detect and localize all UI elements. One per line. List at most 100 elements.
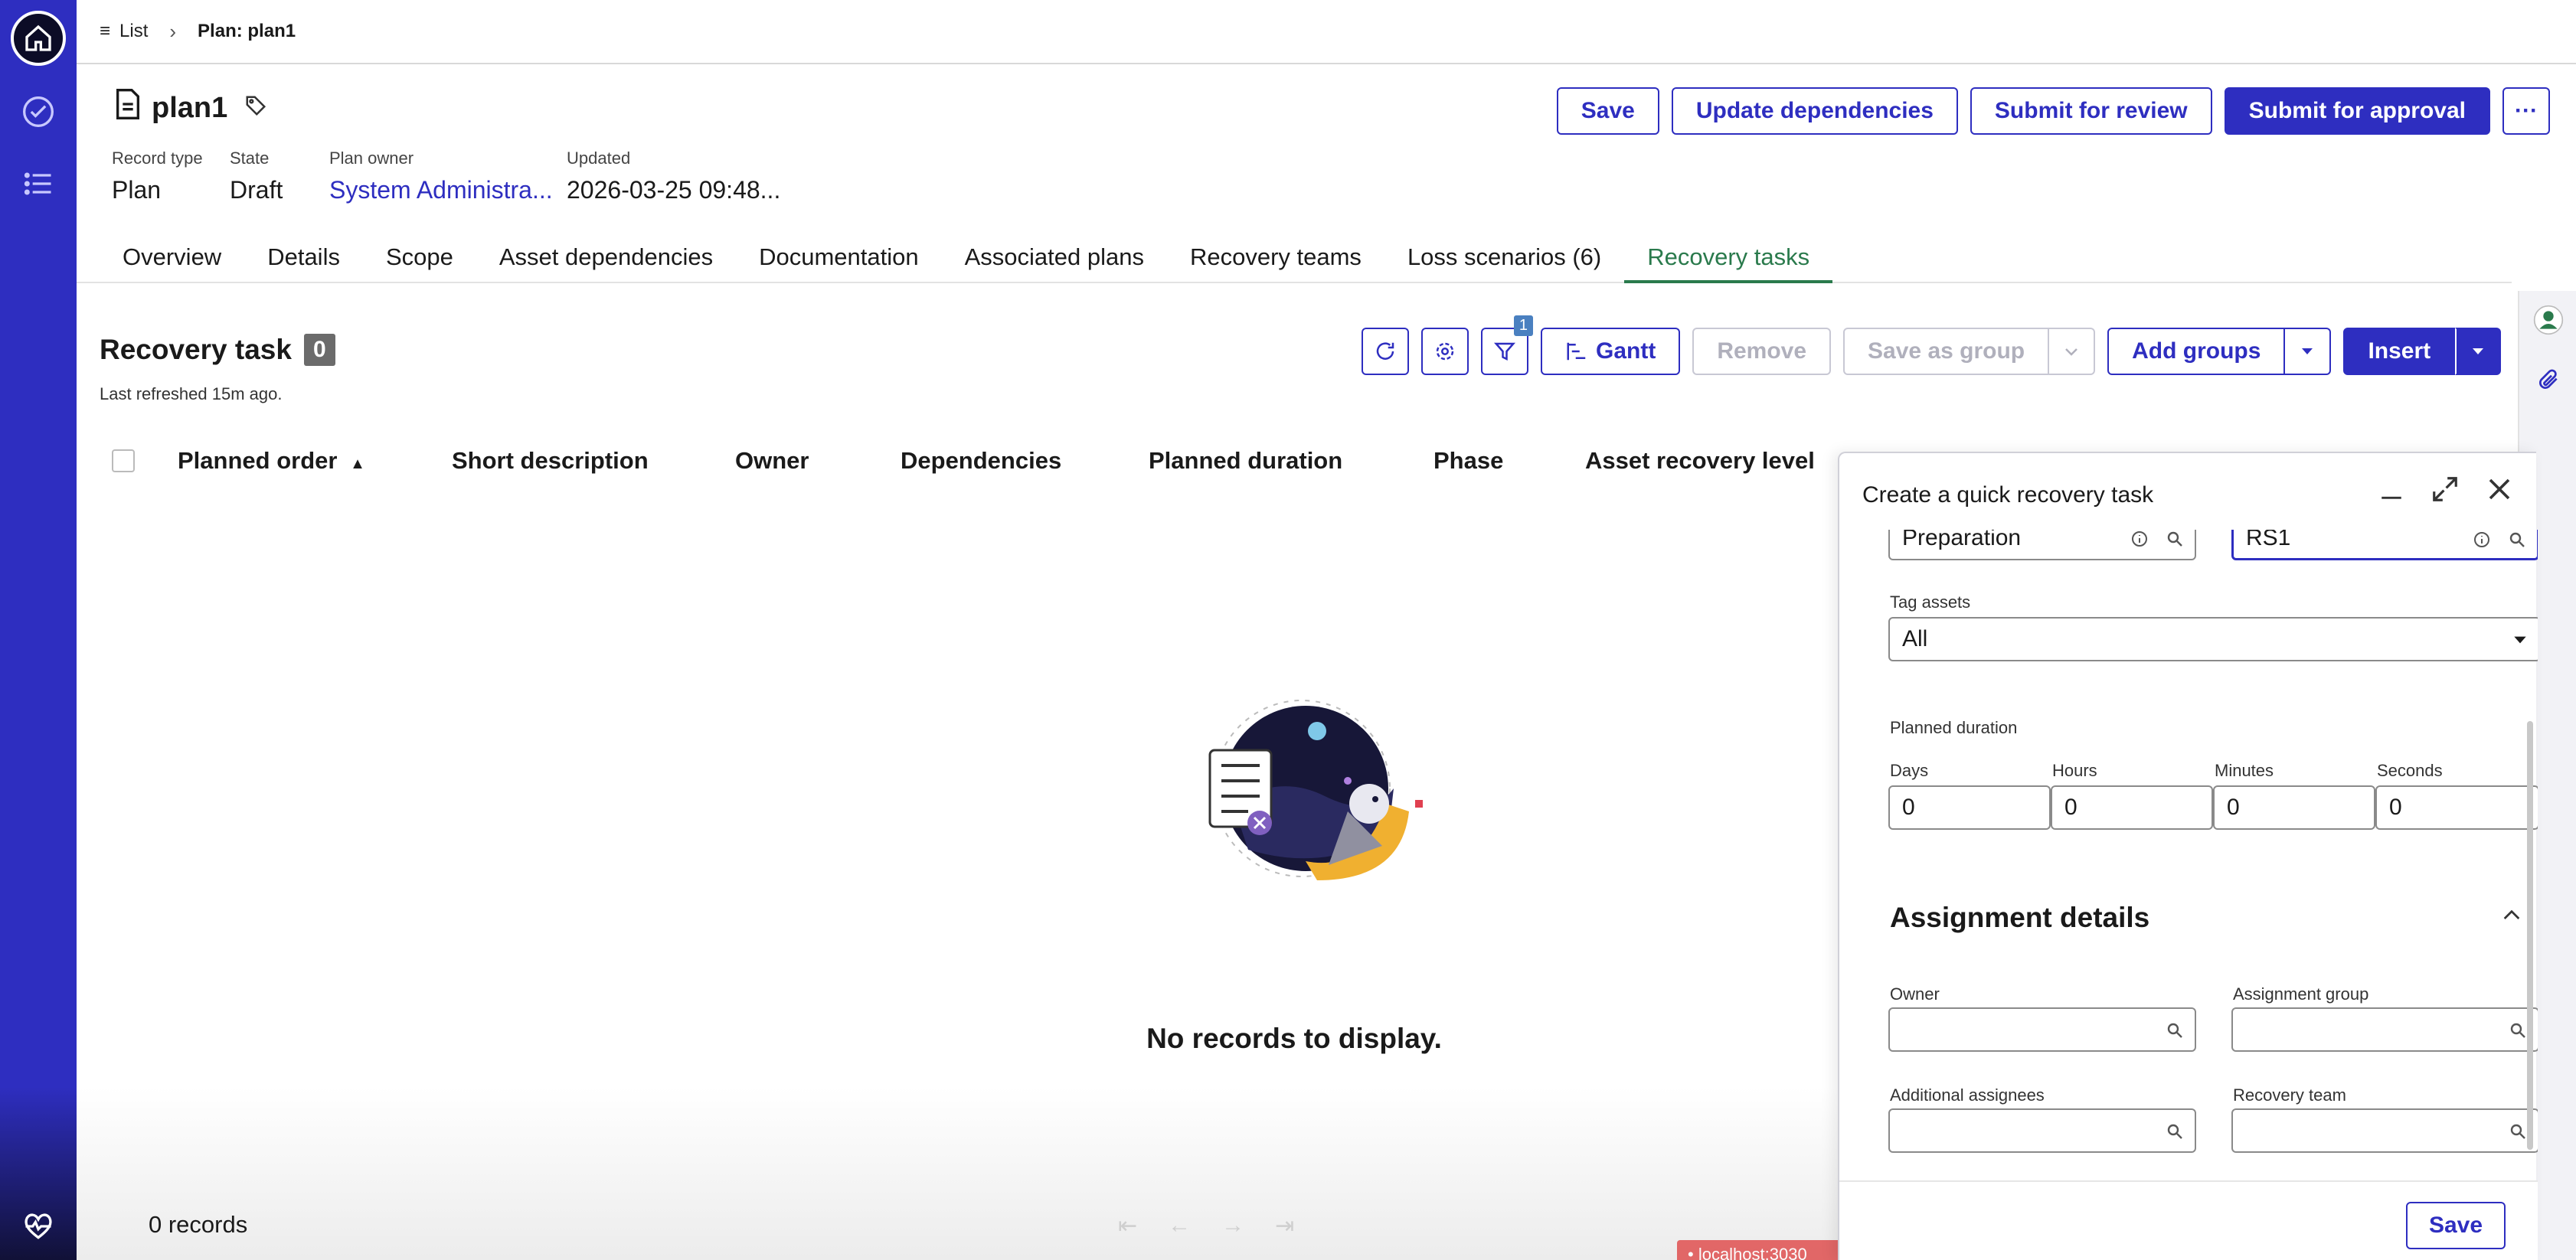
col-dependencies[interactable]: Dependencies: [901, 447, 1061, 475]
caret-down-icon: [2514, 636, 2526, 644]
col-owner[interactable]: Owner: [735, 447, 809, 475]
submit-for-approval-button[interactable]: Submit for approval: [2224, 87, 2490, 135]
list-bottom-fade: [77, 1087, 1838, 1260]
breadcrumb-list-link[interactable]: ≡ List: [100, 21, 148, 42]
chevron-right-icon: ›: [169, 19, 177, 43]
add-groups-button[interactable]: Add groups: [2107, 328, 2286, 375]
expand-icon[interactable]: [2431, 475, 2460, 508]
col-asset-recovery-level[interactable]: Asset recovery level: [1585, 447, 1815, 475]
save-as-group-split: Save as group: [1843, 328, 2096, 375]
left-nav-rail: [0, 0, 77, 1260]
submit-for-review-button[interactable]: Submit for review: [1970, 87, 2212, 135]
panel-footer: Save: [1839, 1180, 2538, 1260]
tag-assets-label: Tag assets: [1890, 592, 1971, 612]
owner-label: Owner: [1890, 984, 1940, 1004]
next-page-icon[interactable]: →: [1221, 1213, 1244, 1239]
days-label: Days: [1890, 761, 1929, 780]
record-tabs: Overview Details Scope Asset dependencie…: [77, 230, 2512, 283]
list-title: Recovery task 0: [100, 334, 335, 366]
breadcrumb-current: Plan: plan1: [198, 21, 296, 41]
tab-recovery-tasks[interactable]: Recovery tasks: [1624, 230, 1833, 283]
col-planned-order[interactable]: Planned order ▲: [178, 447, 365, 475]
empty-state-illustration: [1149, 689, 1455, 922]
recovery-team-field[interactable]: [2231, 1108, 2538, 1153]
minutes-label: Minutes: [2215, 761, 2274, 780]
gantt-button[interactable]: Gantt: [1541, 328, 1681, 375]
tag-icon[interactable]: [244, 92, 267, 125]
filter-button[interactable]: 1: [1481, 315, 1533, 375]
insert-button[interactable]: Insert: [2343, 328, 2456, 375]
seconds-input[interactable]: 0: [2375, 785, 2538, 830]
assignment-group-field[interactable]: [2231, 1007, 2538, 1052]
col-planned-duration[interactable]: Planned duration: [1149, 447, 1342, 475]
assignment-group-label: Assignment group: [2233, 984, 2369, 1004]
list-menu-icon[interactable]: [20, 165, 57, 202]
search-icon: [2167, 1023, 2182, 1038]
tab-loss-scenarios[interactable]: Loss scenarios (6): [1384, 230, 1624, 283]
list-toolbar: 1 Gantt Remove Save as group Add groups …: [1362, 315, 2502, 375]
panel-save-button[interactable]: Save: [2406, 1202, 2506, 1249]
phase-field[interactable]: Preparation: [1888, 530, 2196, 560]
home-icon[interactable]: [11, 11, 66, 66]
health-pulse-icon[interactable]: [20, 1208, 57, 1245]
tab-scope[interactable]: Scope: [363, 230, 476, 283]
update-dependencies-button[interactable]: Update dependencies: [1671, 87, 1958, 135]
additional-assignees-label: Additional assignees: [1890, 1085, 2045, 1105]
header-actions: Save Update dependencies Submit for revi…: [1556, 87, 2550, 135]
save-as-group-dropdown[interactable]: [2049, 328, 2096, 375]
search-icon: [2510, 1124, 2525, 1139]
search-icon: [2509, 532, 2525, 547]
seconds-label: Seconds: [2377, 761, 2443, 780]
assignment-details-heading: Assignment details: [1890, 902, 2150, 933]
first-page-icon[interactable]: ⇤: [1118, 1213, 1137, 1239]
meta-updated: Updated 2026-03-25 09:48...: [567, 149, 781, 204]
additional-assignees-field[interactable]: [1888, 1108, 2196, 1153]
col-phase[interactable]: Phase: [1433, 447, 1503, 475]
attachment-icon[interactable]: [2530, 361, 2567, 398]
tab-asset-dependencies[interactable]: Asset dependencies: [476, 230, 736, 283]
gantt-icon: [1567, 342, 1586, 361]
filter-count-badge: 1: [1513, 315, 1533, 336]
add-groups-split: Add groups: [2107, 328, 2332, 375]
recovery-level-field[interactable]: RS1: [2231, 530, 2538, 560]
select-all-checkbox[interactable]: [112, 449, 135, 472]
search-icon: [2510, 1023, 2525, 1038]
tab-documentation[interactable]: Documentation: [736, 230, 942, 283]
tab-recovery-teams[interactable]: Recovery teams: [1167, 230, 1384, 283]
plan-owner-link[interactable]: System Administra...: [329, 176, 553, 204]
refresh-icon: [1376, 342, 1394, 360]
caret-down-icon: [2302, 348, 2313, 354]
record-title: plan1: [115, 89, 267, 127]
save-as-group-button[interactable]: Save as group: [1843, 328, 2050, 375]
empty-message: No records to display.: [1146, 1023, 1442, 1054]
tab-associated-plans[interactable]: Associated plans: [942, 230, 1167, 283]
minutes-input[interactable]: 0: [2213, 785, 2375, 830]
close-icon[interactable]: [2486, 475, 2513, 507]
prev-page-icon[interactable]: ←: [1168, 1213, 1191, 1239]
days-input[interactable]: 0: [1888, 785, 2051, 830]
user-icon[interactable]: [2530, 302, 2567, 338]
panel-title: Create a quick recovery task: [1862, 482, 2154, 508]
minimize-icon[interactable]: [2378, 476, 2404, 506]
tab-overview[interactable]: Overview: [100, 230, 244, 283]
caret-down-icon: [2473, 348, 2484, 354]
search-icon: [2167, 531, 2182, 547]
hours-input[interactable]: 0: [2051, 785, 2213, 830]
owner-field[interactable]: [1888, 1007, 2196, 1052]
refresh-button[interactable]: [1362, 328, 1409, 375]
chevron-up-icon[interactable]: [2499, 903, 2524, 932]
add-groups-dropdown[interactable]: [2285, 328, 2332, 375]
save-button[interactable]: Save: [1556, 87, 1659, 135]
insert-dropdown[interactable]: [2455, 328, 2502, 375]
tag-assets-select[interactable]: All: [1888, 617, 2538, 661]
panel-scrollbar[interactable]: [2527, 721, 2533, 1150]
col-short-description[interactable]: Short description: [452, 447, 649, 475]
approvals-check-icon[interactable]: [20, 93, 57, 130]
settings-button[interactable]: [1421, 328, 1469, 375]
last-page-icon[interactable]: ⇥: [1275, 1213, 1294, 1239]
count-badge: 0: [303, 334, 335, 366]
tab-details[interactable]: Details: [244, 230, 363, 283]
remove-button[interactable]: Remove: [1692, 328, 1832, 375]
more-actions-button[interactable]: ···: [2502, 87, 2550, 135]
hours-label: Hours: [2052, 761, 2097, 780]
